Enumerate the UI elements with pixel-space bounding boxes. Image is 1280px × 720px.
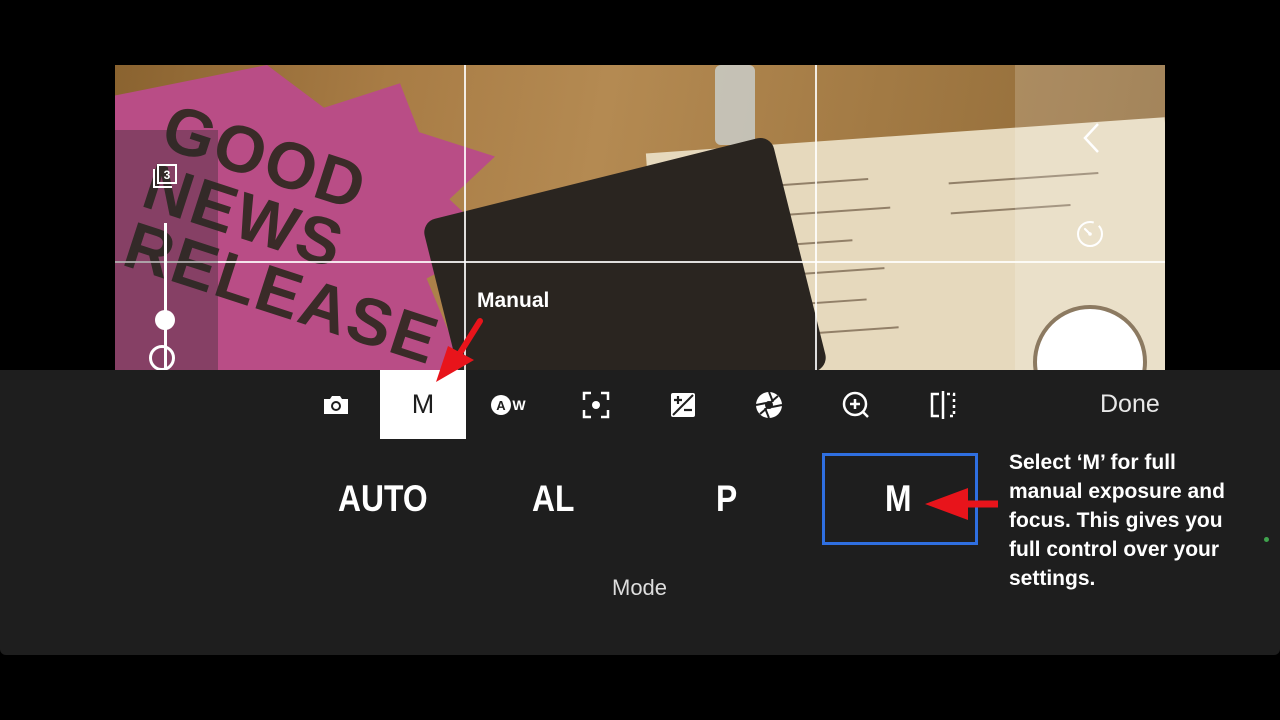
mode-option-auto[interactable]: AUTO — [338, 478, 428, 520]
timer-icon[interactable] — [1075, 218, 1105, 248]
zoom-add-icon — [842, 391, 869, 418]
chevron-left-icon[interactable] — [1080, 122, 1104, 154]
exposure-compensation-icon — [671, 392, 695, 417]
white-balance-icon: A W — [491, 394, 526, 415]
mode-m-arrow-icon — [925, 488, 998, 520]
focus-icon — [582, 391, 610, 418]
zoom-slider-thumb[interactable] — [155, 310, 175, 330]
mode-option-al[interactable]: AL — [532, 478, 574, 520]
layers-count-icon[interactable]: 3 — [151, 164, 177, 190]
manual-callout: Manual — [477, 289, 550, 312]
split-compare-icon — [930, 390, 956, 419]
layers-count: 3 — [164, 168, 171, 182]
svg-text:W: W — [512, 397, 526, 413]
tool-camera[interactable] — [293, 370, 379, 439]
done-button[interactable]: Done — [1100, 390, 1160, 419]
camera-viewfinder[interactable]: GOOD NEWS RELEASE 3 — [115, 65, 1165, 370]
svg-text:A: A — [496, 398, 506, 413]
grid-line — [115, 261, 1165, 263]
tool-manual-label: M — [411, 389, 435, 419]
mode-label: Mode — [612, 575, 668, 600]
annotation-note: Select ‘M’ for full manual exposure and … — [1009, 451, 1225, 590]
tool-focus[interactable] — [553, 370, 639, 439]
viewfinder-bottle — [715, 65, 755, 145]
tool-compare[interactable] — [900, 370, 986, 439]
tool-zoom[interactable] — [813, 370, 899, 439]
grid-line — [815, 65, 817, 370]
manual-arrow-icon — [436, 318, 483, 382]
aperture-icon — [755, 391, 783, 418]
mode-option-p[interactable]: P — [716, 478, 737, 520]
camera-icon — [324, 395, 348, 414]
zoom-slider-handle[interactable] — [149, 345, 175, 370]
tool-aperture[interactable] — [726, 370, 812, 439]
tool-exposure[interactable] — [640, 370, 726, 439]
status-dot — [1264, 537, 1269, 542]
